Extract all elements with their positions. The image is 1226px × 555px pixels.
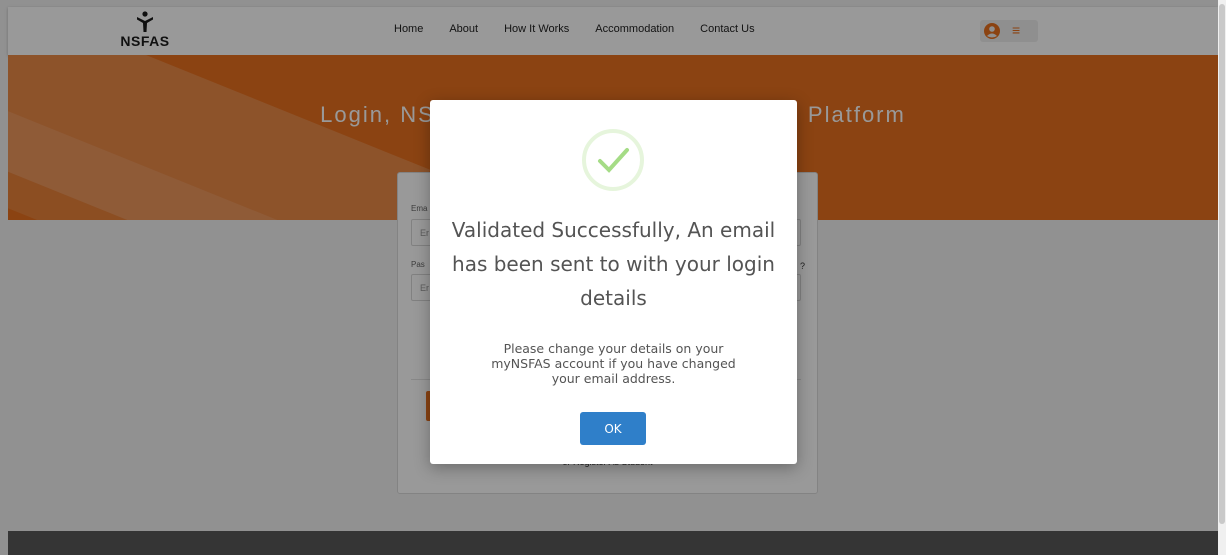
scrollbar-thumb[interactable] (1219, 4, 1225, 524)
dialog-title: Validated Successfully, An email has bee… (451, 218, 776, 310)
vertical-scrollbar[interactable] (1218, 0, 1226, 555)
dialog-message: Please change your details on your myNSF… (491, 341, 736, 386)
page: NSFAS Home About How It Works Accommodat… (0, 0, 1218, 555)
success-check-icon (582, 129, 644, 191)
success-dialog: Validated Successfully, An email has bee… (430, 100, 797, 464)
ok-button[interactable]: OK (580, 412, 646, 445)
